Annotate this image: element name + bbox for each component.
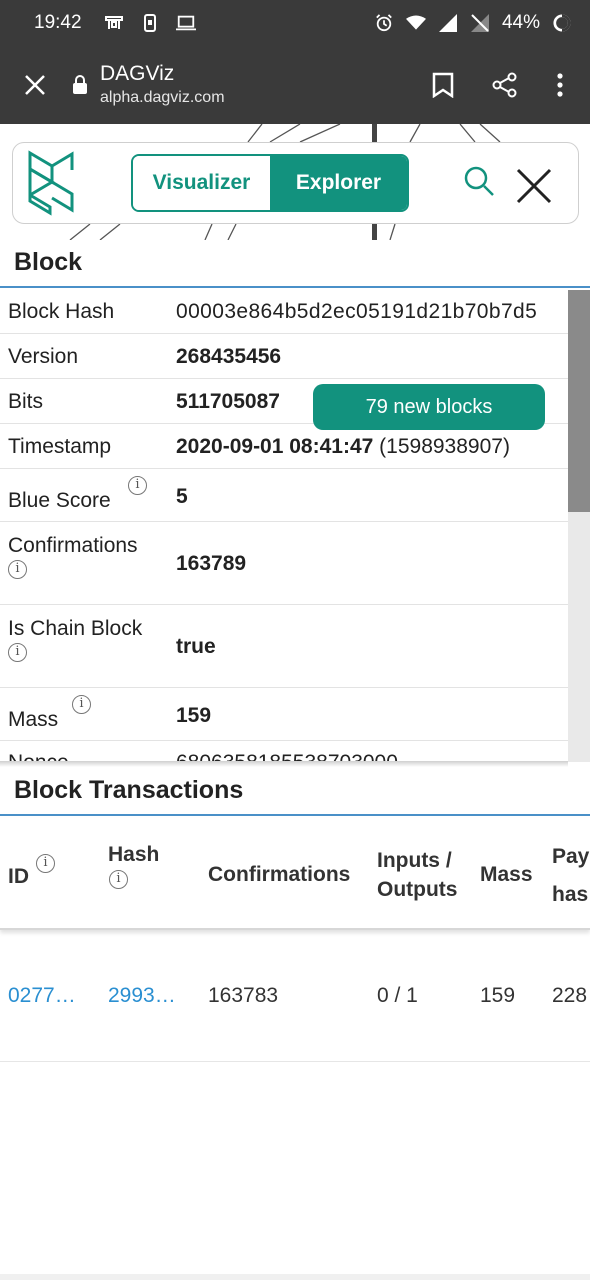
status-time: 19:42 (34, 12, 82, 33)
id-info-icon[interactable]: i (36, 854, 55, 873)
confirmations-info-icon[interactable]: i (8, 560, 27, 579)
mass-label: Mass (8, 708, 59, 731)
dagviz-logo[interactable] (27, 149, 75, 222)
blue-score-info-icon[interactable]: i (128, 476, 147, 495)
row-blue-score: Blue Score i 5 (0, 469, 568, 522)
more-vert-icon[interactable] (556, 72, 564, 98)
app-header: Visualizer Explorer (12, 142, 579, 224)
is-chain-block-label: Is Chain Block (8, 617, 143, 640)
signal-icon (438, 14, 457, 32)
tab-visualizer[interactable]: Visualizer (133, 156, 270, 210)
block-details-table[interactable]: Block Hash 00003e864b5d2ec05191d21b70b7d… (0, 290, 568, 762)
col-inputs-outputs-line1[interactable]: Inputs / (377, 846, 452, 875)
browser-toolbar: DAGViz alpha.dagviz.com (0, 46, 590, 124)
close-panel-button[interactable] (515, 167, 553, 210)
block-title-divider (0, 286, 590, 288)
close-icon (25, 75, 45, 95)
bookmark-icon[interactable] (432, 72, 454, 98)
search-button[interactable] (463, 165, 495, 202)
col-confirmations[interactable]: Confirmations (208, 860, 350, 889)
mass-info-icon[interactable]: i (72, 695, 91, 714)
tx-mass: 159 (480, 984, 516, 1007)
transactions-table-header: ID i Hash i Confirmations Inputs / Outpu… (0, 818, 590, 930)
tx-hash-link[interactable]: 2993… (108, 984, 176, 1008)
phone-icon (143, 14, 156, 32)
scrollbar-thumb[interactable] (568, 290, 590, 512)
block-hash-value: 00003e864b5d2ec05191d21b70b7d5 (176, 300, 538, 323)
row-timestamp: Timestamp 2020-09-01 08:41:47 (159893890… (0, 424, 568, 469)
bits-value: 511705087 (176, 390, 280, 413)
col-id[interactable]: ID (8, 862, 29, 891)
row-is-chain-block: Is Chain Block i true (0, 605, 568, 688)
bits-label: Bits (8, 390, 44, 413)
view-switcher: Visualizer Explorer (131, 154, 409, 212)
blue-score-label: Blue Score (8, 489, 111, 512)
battery-icon (553, 14, 571, 32)
blue-score-value: 5 (176, 485, 188, 508)
version-value: 268435456 (176, 345, 282, 368)
no-sim-icon (470, 14, 489, 32)
col-inputs-outputs-line2[interactable]: Outputs (377, 875, 457, 904)
col-payload-line1[interactable]: Pay (552, 842, 589, 871)
tab-explorer[interactable]: Explorer (270, 156, 407, 210)
version-label: Version (8, 345, 79, 368)
transactions-title-divider (0, 814, 590, 816)
wifi-icon (405, 15, 426, 30)
battery-percent: 44% (501, 12, 540, 33)
timestamp-value: 2020-09-01 08:41:47 (176, 435, 374, 458)
site-title: DAGViz (100, 62, 175, 85)
confirmations-label: Confirmations (8, 534, 138, 557)
confirmations-value: 163789 (176, 552, 247, 575)
row-version: Version 268435456 (0, 334, 568, 379)
bottom-edge (0, 1274, 590, 1280)
row-nonce: Nonce 6806358185538703000 (0, 741, 568, 762)
row-block-hash: Block Hash 00003e864b5d2ec05191d21b70b7d… (0, 290, 568, 334)
col-mass[interactable]: Mass (480, 860, 533, 889)
col-payload-line2[interactable]: has (552, 880, 588, 909)
transactions-section-title: Block Transactions (14, 776, 244, 804)
is-chain-block-info-icon[interactable]: i (8, 643, 27, 662)
table-row: 0277… 2993… 163783 0 / 1 159 228 (0, 932, 590, 1062)
row-confirmations: Confirmations i 163789 (0, 522, 568, 605)
notification-icon (104, 16, 123, 29)
mass-value: 159 (176, 704, 212, 727)
laptop-icon (175, 15, 196, 31)
block-section-title: Block (14, 248, 83, 276)
share-icon[interactable] (492, 72, 518, 98)
hash-info-icon[interactable]: i (109, 870, 128, 889)
timestamp-value-group: 2020-09-01 08:41:47 (1598938907) (176, 435, 510, 459)
tx-inputs-outputs: 0 / 1 (377, 984, 418, 1007)
alarm-icon (376, 14, 392, 32)
row-mass: Mass i 159 (0, 688, 568, 741)
close-tab-button[interactable] (0, 74, 70, 96)
col-hash[interactable]: Hash (108, 840, 159, 869)
status-bar: 19:42 44% (0, 0, 590, 46)
close-icon (516, 168, 552, 204)
timestamp-label: Timestamp (8, 435, 112, 458)
block-table-scrollbar[interactable] (568, 290, 590, 762)
is-chain-block-value: true (176, 635, 216, 658)
timestamp-unix: (1598938907) (379, 435, 510, 458)
block-hash-label: Block Hash (8, 300, 115, 323)
lock-icon (73, 75, 87, 94)
tx-id-link[interactable]: 0277… (8, 984, 76, 1008)
new-blocks-toast[interactable]: 79 new blocks (313, 384, 545, 430)
logo-icon (28, 150, 74, 216)
search-icon (464, 166, 494, 196)
url-text[interactable]: alpha.dagviz.com (100, 87, 225, 109)
block-table-bottom-edge (0, 761, 568, 767)
tx-confirmations: 163783 (208, 984, 279, 1007)
tx-payload-hash: 228 (552, 984, 588, 1007)
